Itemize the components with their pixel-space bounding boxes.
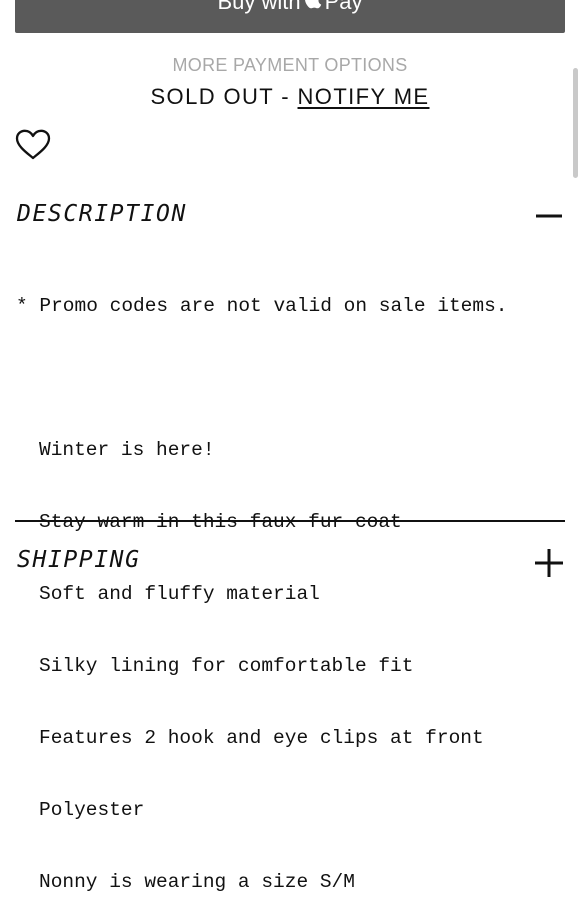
description-body: * Promo codes are not valid on sale item… <box>16 248 566 918</box>
description-heading[interactable]: DESCRIPTION <box>17 201 187 227</box>
shipping-heading[interactable]: SHIPPING <box>17 547 141 573</box>
description-line: Winter is here! <box>39 439 215 461</box>
more-payment-options-link[interactable]: MORE PAYMENT OPTIONS <box>0 55 580 76</box>
apple-logo-icon <box>304 0 322 15</box>
minus-icon[interactable] <box>535 204 563 224</box>
plus-icon[interactable] <box>534 548 564 578</box>
heart-icon[interactable] <box>15 129 51 161</box>
description-line: Nonny is wearing a size S/M <box>39 871 355 893</box>
pay-button-label-suffix: Pay <box>324 0 363 14</box>
description-line: Soft and fluffy material <box>39 583 320 605</box>
section-divider <box>15 520 565 522</box>
description-line: Stay warm in this faux fur coat <box>39 511 402 533</box>
sold-out-label: SOLD OUT <box>150 84 274 109</box>
description-line: Features 2 hook and eye clips at front <box>39 727 484 749</box>
separator: - <box>281 84 290 109</box>
stock-status-line: SOLD OUT - NOTIFY ME <box>0 84 580 110</box>
promo-note: * Promo codes are not valid on sale item… <box>16 295 508 317</box>
description-line: Polyester <box>39 799 145 821</box>
buy-with-apple-pay-button[interactable]: Buy with Pay <box>15 0 565 33</box>
scrollbar[interactable] <box>573 68 578 178</box>
description-line: Silky lining for comfortable fit <box>39 655 414 677</box>
notify-me-link[interactable]: NOTIFY ME <box>298 84 430 109</box>
pay-button-label-prefix: Buy with <box>217 0 301 14</box>
